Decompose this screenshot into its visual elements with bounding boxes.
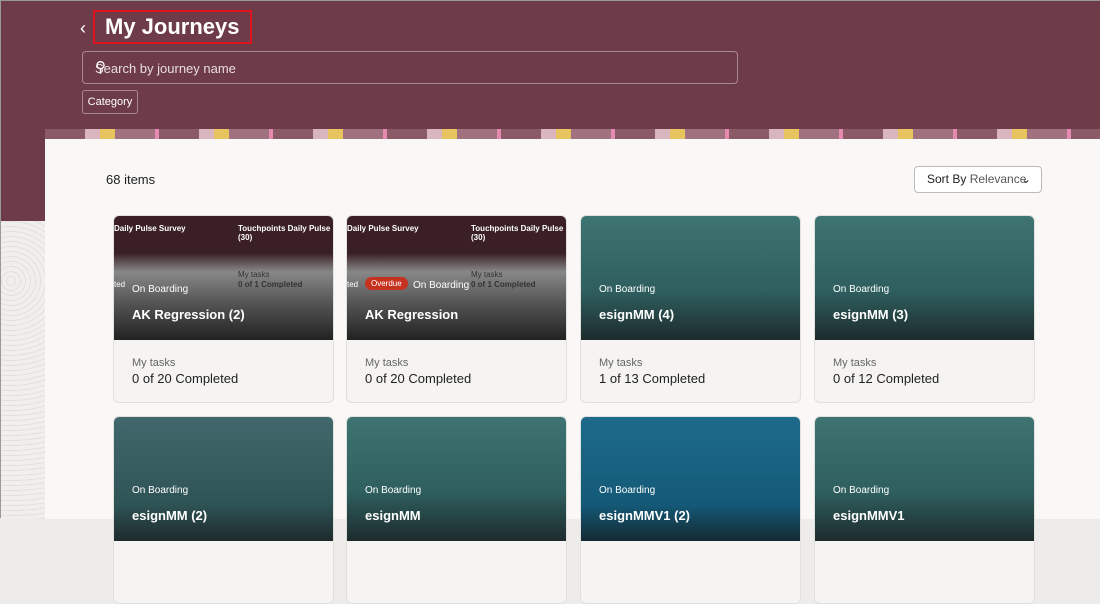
card-title: AK Regression (365, 307, 459, 322)
bg-text: Daily Pulse Survey (347, 224, 419, 233)
card-category: On Boarding (599, 284, 656, 295)
search-icon[interactable]: ⚲ (95, 58, 725, 76)
bg-text: 0 of 1 Completed (238, 280, 303, 289)
category-filter-button[interactable]: Category (82, 90, 138, 114)
card-category: On Boarding (365, 485, 422, 496)
journey-card[interactable]: Daily Pulse Survey Touchpoints Daily Pul… (113, 215, 334, 403)
card-category: On Boarding (413, 280, 470, 291)
background-texture (1, 221, 45, 519)
bg-text: Touchpoints Daily Pulse (30) (471, 224, 564, 242)
tasks-progress: 0 of 20 Completed (365, 371, 472, 386)
bg-text: Touchpoints Daily Pulse (30) (238, 224, 331, 242)
bg-text: Daily Pulse Survey (114, 224, 186, 233)
bg-text: 0 of 1 Completed (471, 280, 536, 289)
journey-card[interactable]: On Boarding esignMMV1 (814, 416, 1035, 604)
tasks-progress: 1 of 13 Completed (599, 371, 706, 386)
journey-card[interactable]: On Boarding esignMM (346, 416, 567, 604)
card-category: On Boarding (833, 284, 890, 295)
card-title: esignMM (4) (599, 307, 675, 322)
decorative-banner (45, 129, 1100, 139)
card-title: esignMMV1 (833, 508, 905, 523)
journey-card[interactable]: On Boarding esignMMV1 (2) (580, 416, 801, 604)
sort-dropdown[interactable]: Sort By Relevance ⌄ (914, 166, 1042, 193)
page-title: My Journeys (105, 14, 240, 39)
journey-card[interactable]: On Boarding esignMM (2) (113, 416, 334, 604)
card-title: esignMM (2) (132, 508, 208, 523)
tasks-label: My tasks (132, 357, 176, 369)
bg-text: ted (114, 280, 126, 289)
card-category: On Boarding (599, 485, 656, 496)
tasks-label: My tasks (599, 357, 643, 369)
card-title: esignMMV1 (2) (599, 508, 691, 523)
journey-card[interactable]: Daily Pulse Survey Touchpoints Daily Pul… (346, 215, 567, 403)
tasks-progress: 0 of 20 Completed (132, 371, 239, 386)
item-count: 68 items (106, 172, 156, 187)
search-input[interactable]: Search by journey name ⚲ (82, 51, 738, 84)
card-title: esignMM (365, 508, 421, 523)
card-category: On Boarding (132, 485, 189, 496)
tasks-progress: 0 of 12 Completed (833, 371, 940, 386)
sort-value: Relevance (969, 172, 1027, 186)
card-title: esignMM (3) (833, 307, 909, 322)
bg-text: ted (347, 280, 359, 289)
bg-text: My tasks (471, 270, 503, 279)
tasks-label: My tasks (365, 357, 409, 369)
card-title: AK Regression (2) (132, 307, 245, 322)
chevron-down-icon: ⌄ (1020, 172, 1031, 186)
tasks-label: My tasks (833, 357, 877, 369)
bg-text: My tasks (238, 270, 270, 279)
journey-card[interactable]: On Boarding esignMM (4) My tasks 1 of 13… (580, 215, 801, 403)
overdue-badge: Overdue (365, 277, 408, 290)
back-chevron-icon[interactable]: ‹ (80, 18, 86, 39)
card-category: On Boarding (833, 485, 890, 496)
journey-card[interactable]: On Boarding esignMM (3) My tasks 0 of 12… (814, 215, 1035, 403)
card-category: On Boarding (132, 284, 189, 295)
sort-prefix: Sort By (927, 172, 967, 186)
